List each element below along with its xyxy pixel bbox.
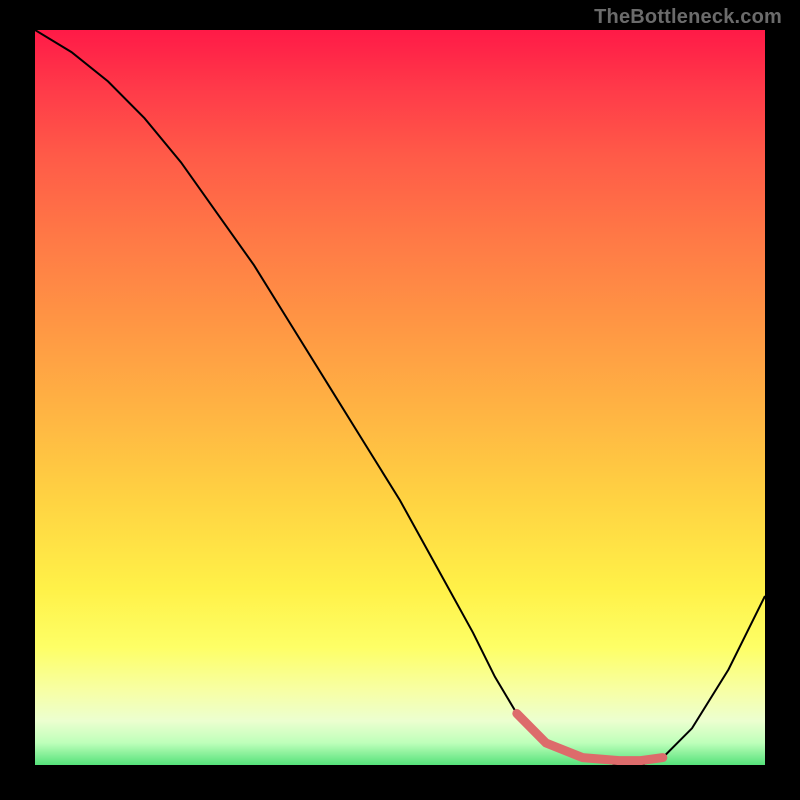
bottleneck-curve (35, 30, 765, 765)
plot-svg (35, 30, 765, 765)
chart-stage: TheBottleneck.com (0, 0, 800, 800)
watermark-text: TheBottleneck.com (594, 6, 782, 29)
plot-area (35, 30, 765, 765)
optimal-zone-marker (517, 714, 663, 761)
